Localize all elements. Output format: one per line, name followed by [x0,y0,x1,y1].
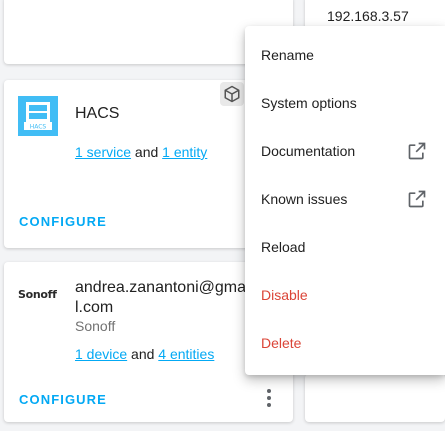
integration-title: HACS [75,105,120,122]
svg-text:HACS: HACS [30,124,47,131]
overflow-menu: Rename System options Documentation Know… [245,26,445,375]
and-text: and [131,144,163,160]
configure-button[interactable]: CONFIGURE [19,392,107,407]
menu-item-label: Delete [261,335,302,351]
configure-button[interactable]: CONFIGURE [19,214,107,229]
menu-item-documentation[interactable]: Documentation [245,127,445,175]
and-text: and [127,346,159,362]
menu-item-system-options[interactable]: System options [245,79,445,127]
menu-item-label: Disable [261,287,308,303]
menu-item-label: System options [261,95,357,111]
sonoff-logo: Sonoff [18,288,57,301]
menu-item-label: Reload [261,239,306,255]
integration-title: andrea.zanantoni@gmail.com [75,279,250,316]
entities-link[interactable]: 1 entity [162,144,207,160]
open-in-new-icon [408,142,426,160]
menu-item-label: Rename [261,47,314,63]
integration-links: 1 service and 1 entity [75,144,207,160]
menu-item-rename[interactable]: Rename [245,31,445,79]
integration-card-partial [305,374,445,422]
open-in-new-icon [408,190,426,208]
manufacturer-name: Sonoff [75,318,116,334]
cube-icon[interactable] [220,82,244,106]
hacs-logo: HACS [18,96,58,136]
menu-item-disable[interactable]: Disable [245,271,445,319]
menu-item-delete[interactable]: Delete [245,319,445,367]
entities-link[interactable]: 4 entities [158,346,214,362]
integration-links: 1 device and 4 entities [75,346,214,362]
menu-item-known-issues[interactable]: Known issues [245,175,445,223]
menu-item-label: Known issues [261,191,348,207]
services-link[interactable]: 1 service [75,144,131,160]
devices-link[interactable]: 1 device [75,346,127,362]
menu-item-reload[interactable]: Reload [245,223,445,271]
ip-address: 192.168.3.57 [327,8,409,24]
menu-item-label: Documentation [261,143,356,159]
kebab-menu-icon[interactable] [259,386,279,410]
